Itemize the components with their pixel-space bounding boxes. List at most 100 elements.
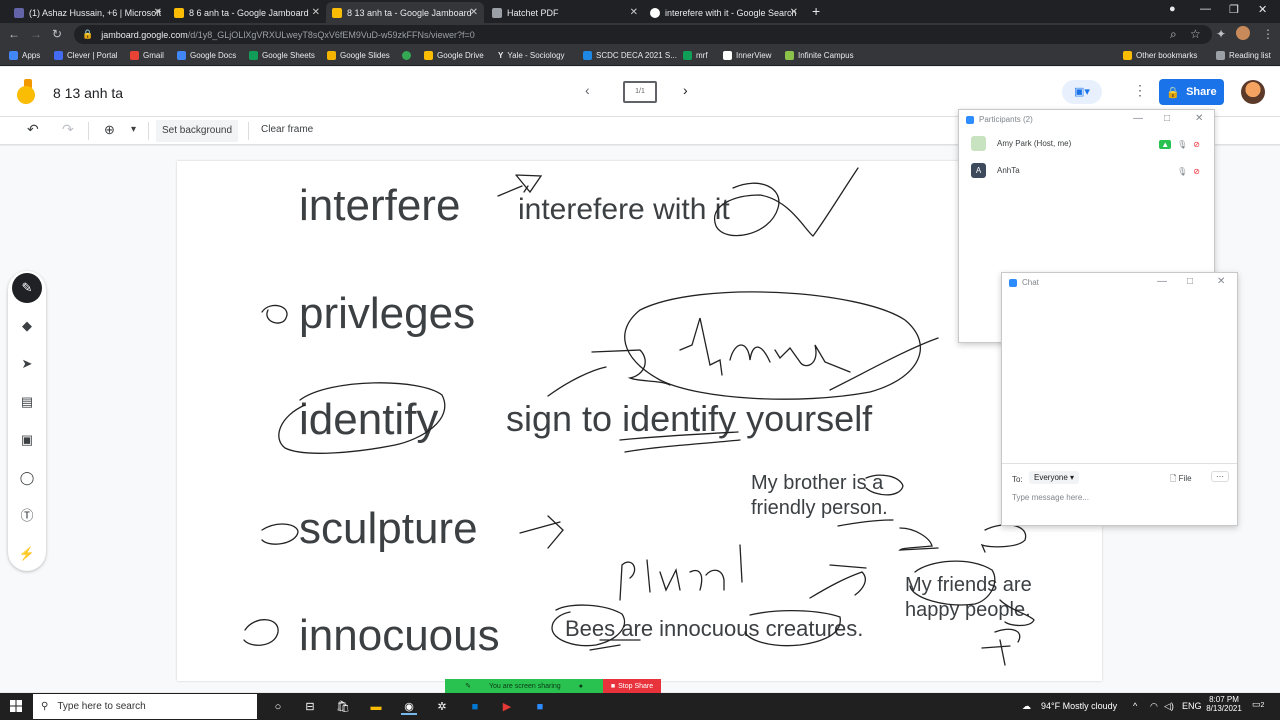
vocab-word: identify [299,395,439,444]
bookmark-docs[interactable]: Google Docs [177,51,236,60]
profile-menu-icon[interactable]: ● [1169,3,1176,15]
bookmark-slides[interactable]: Google Slides [327,51,390,60]
windows-start-icon[interactable] [10,700,22,712]
weather-icon[interactable]: ☁ [1022,701,1031,712]
chat-file-button[interactable]: 🗋 File [1170,473,1192,487]
undo-icon[interactable]: ↶ [27,121,39,138]
close-icon[interactable]: ✕ [470,7,478,18]
close-icon[interactable]: ✕ [312,7,320,18]
bookmark-scdc[interactable]: SCDC DECA 2021 S... [583,51,677,60]
participant-row[interactable]: Amy Park (Host, me) [971,136,1071,151]
chat-recipient-select[interactable]: Everyone ▾ [1029,471,1080,484]
tab-jamboard-8-13[interactable]: 8 13 anh ta - Google Jamboard ✕ [326,2,484,23]
zoom-icon[interactable]: ⌕ [1170,27,1177,42]
chrome-menu-icon[interactable]: ⋮ [1262,27,1274,41]
close-icon[interactable]: ✕ [1195,113,1203,124]
clear-frame-button[interactable]: Clear frame [261,124,313,135]
maximize-icon[interactable]: □ [1187,276,1193,287]
text-box-icon[interactable]: Ⓣ [17,506,37,526]
address-bar[interactable]: 🔒 jamboard.google.com /d/1y8_GLjOLlXgVRX… [74,25,1212,44]
wifi-icon[interactable]: ◠ [1150,701,1158,712]
bookmark-sheets[interactable]: Google Sheets [249,51,315,60]
minimize-icon[interactable]: — [1157,276,1167,287]
prev-frame-icon[interactable]: ‹ [585,82,590,98]
bookmark-other[interactable]: Other bookmarks [1123,51,1197,60]
maximize-icon[interactable]: □ [1164,113,1170,124]
tab-microsoft-teams[interactable]: (1) Ashaz Hussain, +6 | Microsoft ✕ [8,2,168,23]
sharing-status[interactable]: ✎ You are screen sharing ● [445,679,603,693]
zoom-app-icon[interactable]: ■ [532,699,548,715]
circle-icon[interactable]: ◯ [17,468,37,488]
bookmark-innerview[interactable]: InnerView [723,51,771,60]
stop-share-button[interactable]: ■ Stop Share [603,679,661,693]
bookmark-mrf[interactable]: mrf [683,51,708,60]
redo-icon[interactable]: ↷ [62,121,74,138]
profile-avatar[interactable] [1236,26,1250,40]
clock[interactable]: 8:07 PM 8/13/2021 [1206,695,1242,713]
language-indicator[interactable]: ENG [1182,701,1202,711]
chrome-icon[interactable]: ◉ [401,699,417,715]
restore-icon[interactable]: ❐ [1229,3,1239,16]
bookmark-infinite-campus[interactable]: Infinite Campus [785,51,854,60]
bookmark-clever[interactable]: Clever | Portal [54,51,118,60]
set-background-button[interactable]: Set background [156,120,239,142]
share-button[interactable]: 🔒 Share [1159,79,1224,105]
jam-title[interactable]: 8 13 anh ta [53,85,123,101]
media-player-icon[interactable]: ▶ [499,699,515,715]
eraser-icon[interactable]: ◆ [17,316,37,336]
next-frame-icon[interactable]: › [683,82,688,98]
star-icon[interactable]: ☆ [1190,27,1201,41]
bookmark-yale[interactable]: Y Yale - Sociology [498,51,565,60]
close-icon[interactable]: ✕ [154,7,162,18]
notification-icon[interactable]: ▭2 [1252,699,1264,710]
video-off-icon[interactable]: ⊘ [1193,140,1200,149]
present-button[interactable]: ▣▾ [1062,80,1102,104]
extensions-icon[interactable]: ✦ [1216,27,1226,41]
new-tab-button[interactable]: + [812,3,820,19]
close-window-icon[interactable]: ✕ [1258,3,1267,16]
back-icon[interactable]: ← [8,27,20,41]
chat-message-input[interactable]: Type message here... [1012,493,1089,502]
tab-google-search[interactable]: interefere with it - Google Search ✕ [644,2,804,23]
reload-icon[interactable]: ↻ [52,27,62,41]
bookmark-drive[interactable]: Google Drive [424,51,484,60]
more-options-icon[interactable]: ⋮ [1133,82,1147,99]
microphone-icon[interactable]: 🎙 [1177,167,1187,176]
jamboard-logo-icon[interactable] [16,79,36,105]
sticky-note-icon[interactable]: ▤ [17,392,37,412]
microphone-icon[interactable]: 🎙 [1177,140,1187,149]
zoom-icon[interactable]: ⊕ [104,122,115,138]
avatar[interactable] [1241,80,1265,104]
frame-indicator[interactable]: 1/1 [623,81,657,103]
tray-chevron-icon[interactable]: ^ [1133,701,1137,711]
forward-icon[interactable]: → [30,27,42,41]
cortana-icon[interactable]: ○ [270,699,286,715]
taskbar-search-input[interactable]: ⚲ Type here to search [33,694,257,719]
participant-row[interactable]: A AnhTa [971,163,1020,178]
close-icon[interactable]: ✕ [1217,276,1225,287]
chat-more-icon[interactable]: ⋯ [1211,471,1229,482]
volume-icon[interactable]: ◁) [1164,701,1174,712]
outlook-icon[interactable]: ■ [467,699,483,715]
video-off-icon[interactable]: ⊘ [1193,167,1200,176]
file-explorer-icon[interactable]: ▬ [368,699,384,715]
slack-icon[interactable]: ✲ [434,699,450,715]
task-view-icon[interactable]: ⊟ [302,699,318,715]
weather-status[interactable]: 94°F Mostly cloudy [1041,701,1117,711]
close-icon[interactable]: ✕ [630,7,638,18]
close-icon[interactable]: ✕ [790,7,798,18]
store-icon[interactable]: 🛍 [335,699,351,715]
bookmark-gmail[interactable]: Gmail [130,51,164,60]
tab-jamboard-8-6[interactable]: 8 6 anh ta - Google Jamboard ✕ [168,2,326,23]
image-icon[interactable]: ▣ [17,430,37,450]
select-icon[interactable]: ➤ [17,354,37,374]
reading-list[interactable]: Reading list [1216,51,1271,60]
laser-icon[interactable]: ⚡ [17,544,37,564]
minimize-icon[interactable]: — [1133,113,1143,124]
pen-icon[interactable]: ✎ [12,273,42,303]
minimize-icon[interactable]: — [1200,3,1211,15]
bookmark-green[interactable] [402,51,415,60]
bookmark-apps[interactable]: Apps [9,51,40,60]
tab-hatchet-pdf[interactable]: Hatchet PDF ✕ [486,2,644,23]
zoom-dropdown-icon[interactable]: ▾ [131,124,136,135]
